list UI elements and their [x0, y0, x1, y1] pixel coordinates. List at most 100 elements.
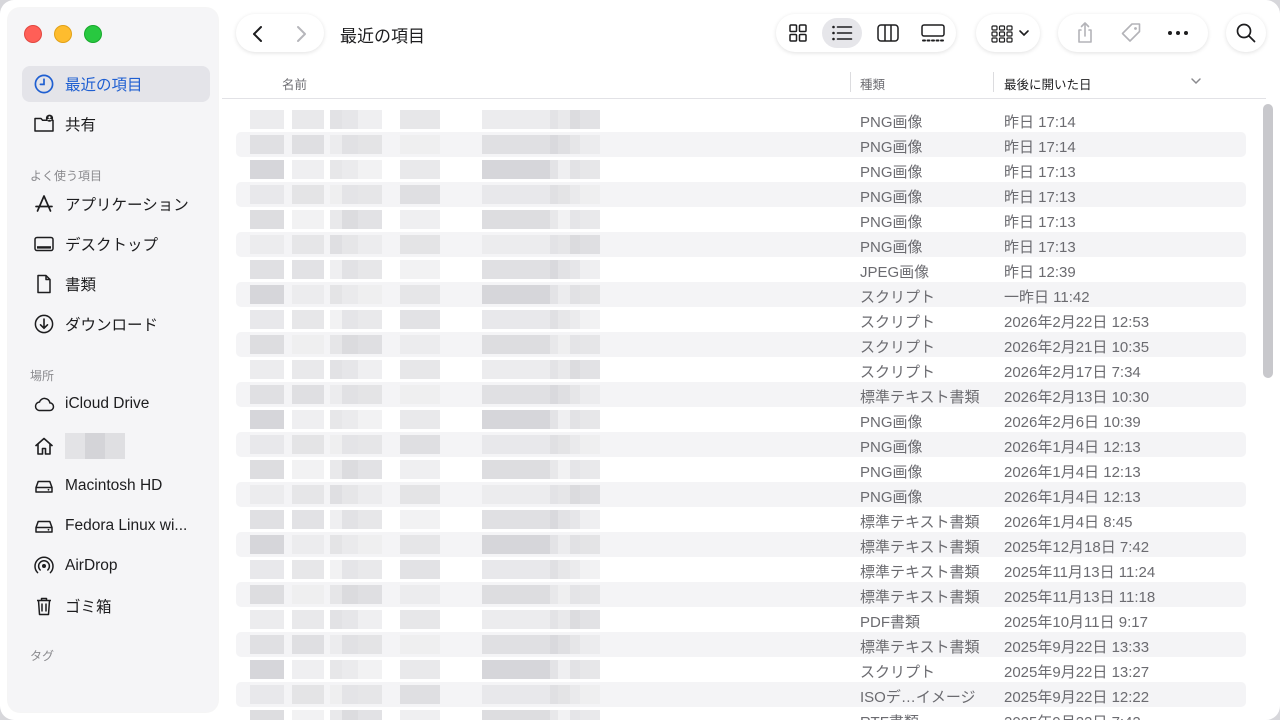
sidebar-item-label: アプリケーション	[65, 197, 189, 214]
sidebar-item-desktop[interactable]: デスクトップ	[22, 226, 210, 262]
file-row[interactable]: スクリプト 2026年2月21日 10:35	[236, 332, 1246, 357]
share-button[interactable]	[1074, 21, 1096, 45]
icon-view-button[interactable]	[778, 18, 818, 48]
columns-icon	[877, 24, 899, 42]
sidebar-item-macintosh-hd[interactable]: Macintosh HD	[22, 468, 210, 504]
file-row[interactable]: ISOデ…イメージ 2025年9月22日 12:22	[236, 682, 1246, 707]
sidebar-item-home[interactable]	[22, 426, 210, 466]
file-last-opened: 2025年12月18日 7:42	[1004, 539, 1150, 556]
file-row[interactable]: 標準テキスト書類 2025年11月13日 11:24	[236, 557, 1246, 582]
group-by-button[interactable]	[976, 14, 1040, 52]
file-kind: PNG画像	[860, 214, 923, 231]
file-row[interactable]: 標準テキスト書類 2025年12月18日 7:42	[236, 532, 1246, 557]
redacted-filename	[250, 410, 610, 429]
gallery-icon	[921, 24, 945, 42]
sidebar-section-favorites: よく使う項目	[30, 169, 103, 183]
desktop-icon	[32, 232, 56, 256]
more-actions-button[interactable]	[1166, 30, 1190, 36]
file-row[interactable]: スクリプト 2025年9月22日 13:27	[236, 657, 1246, 682]
file-last-opened: 昨日 17:14	[1004, 139, 1076, 156]
sidebar-item-label: ダウンロード	[65, 317, 159, 334]
file-last-opened: 昨日 17:13	[1004, 214, 1076, 231]
navigation-buttons	[236, 14, 324, 52]
file-row[interactable]: PNG画像 2026年2月6日 10:39	[236, 407, 1246, 432]
sidebar-item-downloads[interactable]: ダウンロード	[22, 306, 210, 342]
file-row[interactable]: 標準テキスト書類 2025年11月13日 11:18	[236, 582, 1246, 607]
trash-icon	[32, 594, 56, 618]
file-row[interactable]: 標準テキスト書類 2026年1月4日 8:45	[236, 507, 1246, 532]
file-row[interactable]: PNG画像 昨日 17:13	[236, 157, 1246, 182]
file-row[interactable]: PNG画像 昨日 17:14	[236, 132, 1246, 157]
file-kind: スクリプト	[860, 314, 936, 331]
group-icon	[990, 24, 1014, 44]
redacted-filename	[250, 185, 610, 204]
gallery-view-button[interactable]	[913, 18, 953, 48]
sidebar-item-label: 書類	[65, 277, 97, 294]
file-last-opened: 2026年2月21日 10:35	[1004, 339, 1150, 356]
column-divider[interactable]	[850, 72, 851, 92]
file-row[interactable]: PNG画像 2026年1月4日 12:13	[236, 432, 1246, 457]
forward-button[interactable]	[291, 24, 311, 44]
tag-icon	[1121, 23, 1141, 42]
column-last-opened[interactable]: 最後に開いた日	[1004, 74, 1092, 93]
file-row[interactable]: PDF書類 2025年10月11日 9:17	[236, 607, 1246, 632]
file-kind: 標準テキスト書類	[860, 564, 980, 581]
sidebar-item-documents[interactable]: 書類	[22, 266, 210, 302]
list-view-button[interactable]	[822, 18, 862, 48]
file-kind: PNG画像	[860, 414, 923, 431]
sidebar: 最近の項目 共有 よく使う項目 アプリケーション デスクトップ 書類 ダウンロー…	[8, 8, 218, 712]
clock-icon	[32, 72, 56, 96]
window-controls	[24, 25, 102, 43]
file-row[interactable]: 標準テキスト書類 2026年2月13日 10:30	[236, 382, 1246, 407]
column-view-button[interactable]	[868, 18, 908, 48]
minimize-window-button[interactable]	[54, 25, 72, 43]
file-kind: PNG画像	[860, 464, 923, 481]
sidebar-section-locations: 場所	[30, 369, 55, 383]
redacted-filename	[250, 535, 610, 554]
redacted-filename	[250, 335, 610, 354]
file-row[interactable]: 標準テキスト書類 2025年9月22日 13:33	[236, 632, 1246, 657]
download-icon	[32, 312, 56, 336]
back-button[interactable]	[248, 24, 268, 44]
file-row[interactable]: PNG画像 昨日 17:13	[236, 182, 1246, 207]
file-row[interactable]: スクリプト 2026年2月22日 12:53	[236, 307, 1246, 332]
file-row[interactable]: PNG画像 昨日 17:13	[236, 232, 1246, 257]
zoom-window-button[interactable]	[84, 25, 102, 43]
redacted-filename	[250, 385, 610, 404]
file-row[interactable]: RTF書類 2025年9月22日 7:42	[236, 707, 1246, 720]
column-kind[interactable]: 種類	[860, 74, 885, 93]
document-icon	[32, 272, 56, 296]
sidebar-item-fedora-linux[interactable]: Fedora Linux wi...	[22, 508, 210, 544]
redacted-filename	[250, 435, 610, 454]
file-row[interactable]: PNG画像 昨日 17:13	[236, 207, 1246, 232]
file-kind: スクリプト	[860, 289, 936, 306]
vertical-scrollbar[interactable]	[1263, 104, 1273, 378]
file-last-opened: 2026年1月4日 12:13	[1004, 464, 1141, 481]
column-divider[interactable]	[993, 72, 994, 92]
column-name[interactable]: 名前	[282, 74, 307, 93]
sidebar-item-trash[interactable]: ゴミ箱	[22, 588, 210, 624]
sidebar-item-airdrop[interactable]: AirDrop	[22, 548, 210, 584]
sidebar-item-applications[interactable]: アプリケーション	[22, 186, 210, 222]
file-last-opened: 昨日 12:39	[1004, 264, 1076, 281]
search-button[interactable]	[1226, 14, 1266, 52]
tag-button[interactable]	[1119, 21, 1143, 45]
sidebar-item-label: Macintosh HD	[65, 477, 163, 494]
sidebar-item-recents[interactable]: 最近の項目	[22, 66, 210, 102]
sidebar-item-shared[interactable]: 共有	[22, 106, 210, 142]
redacted-filename	[250, 510, 610, 529]
file-kind: PNG画像	[860, 164, 923, 181]
file-row[interactable]: スクリプト 2026年2月17日 7:34	[236, 357, 1246, 382]
sort-chevron-icon[interactable]	[1190, 75, 1202, 89]
file-row[interactable]: JPEG画像 昨日 12:39	[236, 257, 1246, 282]
chevron-right-icon	[297, 26, 306, 42]
sidebar-item-icloud-drive[interactable]: iCloud Drive	[22, 386, 210, 422]
file-row[interactable]: PNG画像 昨日 17:14	[236, 107, 1246, 132]
file-kind: スクリプト	[860, 364, 936, 381]
sidebar-item-label: デスクトップ	[65, 237, 159, 254]
redacted-filename	[250, 360, 610, 379]
file-row[interactable]: スクリプト 一昨日 11:42	[236, 282, 1246, 307]
file-row[interactable]: PNG画像 2026年1月4日 12:13	[236, 457, 1246, 482]
file-row[interactable]: PNG画像 2026年1月4日 12:13	[236, 482, 1246, 507]
close-window-button[interactable]	[24, 25, 42, 43]
